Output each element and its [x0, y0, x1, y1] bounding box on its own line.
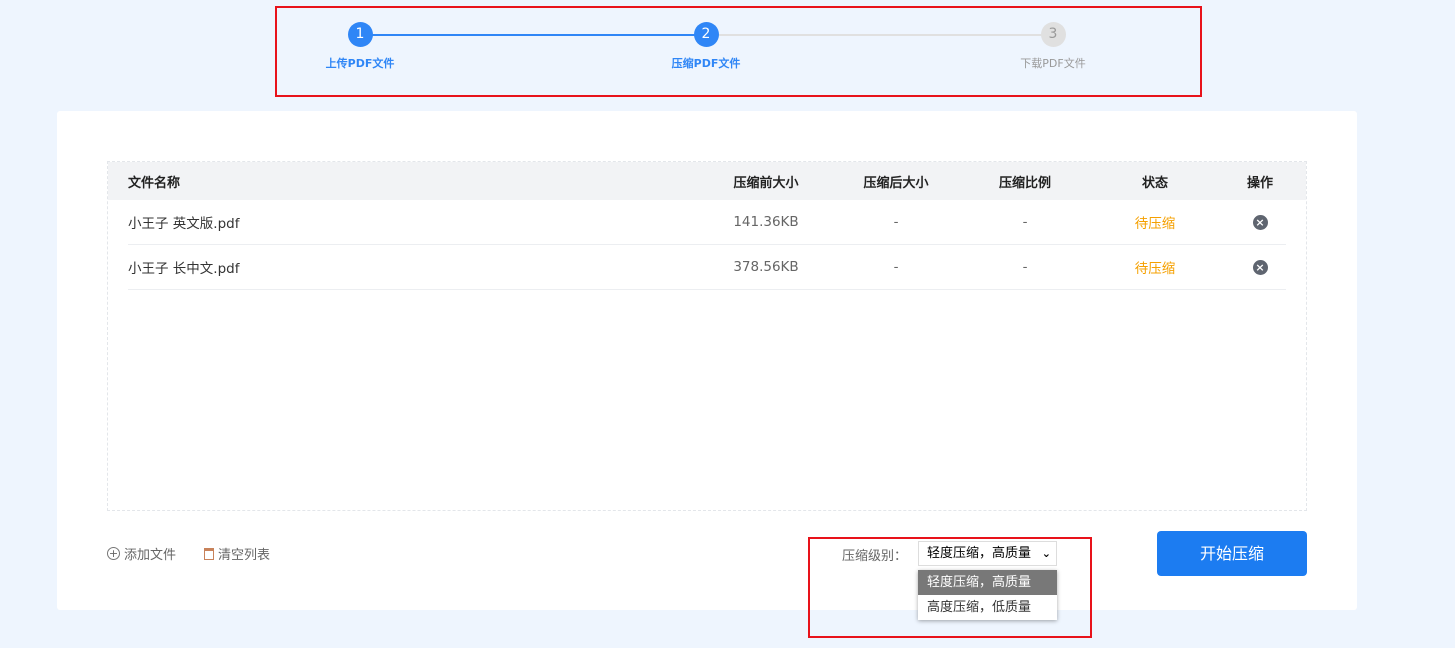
remove-icon[interactable]: × — [1252, 215, 1268, 230]
col-action: 操作 — [1246, 175, 1273, 191]
ratio: - — [1022, 259, 1028, 275]
status-badge: 待压缩 — [1134, 261, 1176, 277]
step-download: 3 下载PDF文件 — [993, 22, 1113, 71]
progress-steps: 1 上传PDF文件 2 压缩PDF文件 3 下载PDF文件 — [276, 7, 1200, 96]
size-after: - — [893, 214, 899, 230]
step-compress: 2 压缩PDF文件 — [646, 22, 766, 71]
file-name: 小王子 英文版.pdf — [128, 216, 240, 232]
col-status: 状态 — [1141, 175, 1168, 191]
main-card: 文件名称 压缩前大小 压缩后大小 压缩比例 状态 操作 小王子 英文版.pdf … — [57, 111, 1357, 610]
col-before: 压缩前大小 — [733, 175, 799, 191]
ratio: - — [1022, 214, 1028, 230]
file-name: 小王子 长中文.pdf — [128, 261, 240, 277]
remove-icon[interactable]: × — [1252, 260, 1268, 275]
step-number: 3 — [1040, 22, 1066, 47]
status-badge: 待压缩 — [1134, 216, 1176, 232]
size-after: - — [893, 259, 899, 275]
col-after: 压缩后大小 — [863, 175, 929, 191]
size-before: 378.56KB — [733, 259, 799, 275]
table-header: 文件名称 压缩前大小 压缩后大小 压缩比例 状态 操作 — [108, 162, 1306, 200]
plus-circle-icon: + — [107, 547, 120, 560]
col-name: 文件名称 — [128, 175, 181, 191]
table-row: 小王子 英文版.pdf 141.36KB - - 待压缩 × — [128, 200, 1286, 245]
add-file-button[interactable]: + 添加文件 — [107, 544, 176, 563]
trash-icon — [204, 547, 214, 560]
step-number: 1 — [347, 22, 373, 47]
table-row: 小王子 长中文.pdf 378.56KB - - 待压缩 × — [128, 245, 1286, 290]
step-label: 上传PDF文件 — [325, 57, 395, 70]
clear-list-label: 清空列表 — [218, 548, 271, 563]
file-table: 文件名称 压缩前大小 压缩后大小 压缩比例 状态 操作 小王子 英文版.pdf … — [107, 161, 1307, 511]
highlight-box-level — [808, 537, 1092, 638]
step-number: 2 — [693, 22, 719, 47]
start-compress-button[interactable]: 开始压缩 — [1157, 531, 1307, 576]
clear-list-button[interactable]: 清空列表 — [204, 544, 270, 563]
step-label: 压缩PDF文件 — [671, 57, 741, 70]
col-ratio: 压缩比例 — [998, 175, 1051, 191]
size-before: 141.36KB — [733, 214, 799, 230]
step-label: 下载PDF文件 — [1020, 57, 1086, 70]
step-upload: 1 上传PDF文件 — [300, 22, 420, 71]
add-file-label: 添加文件 — [124, 548, 177, 563]
